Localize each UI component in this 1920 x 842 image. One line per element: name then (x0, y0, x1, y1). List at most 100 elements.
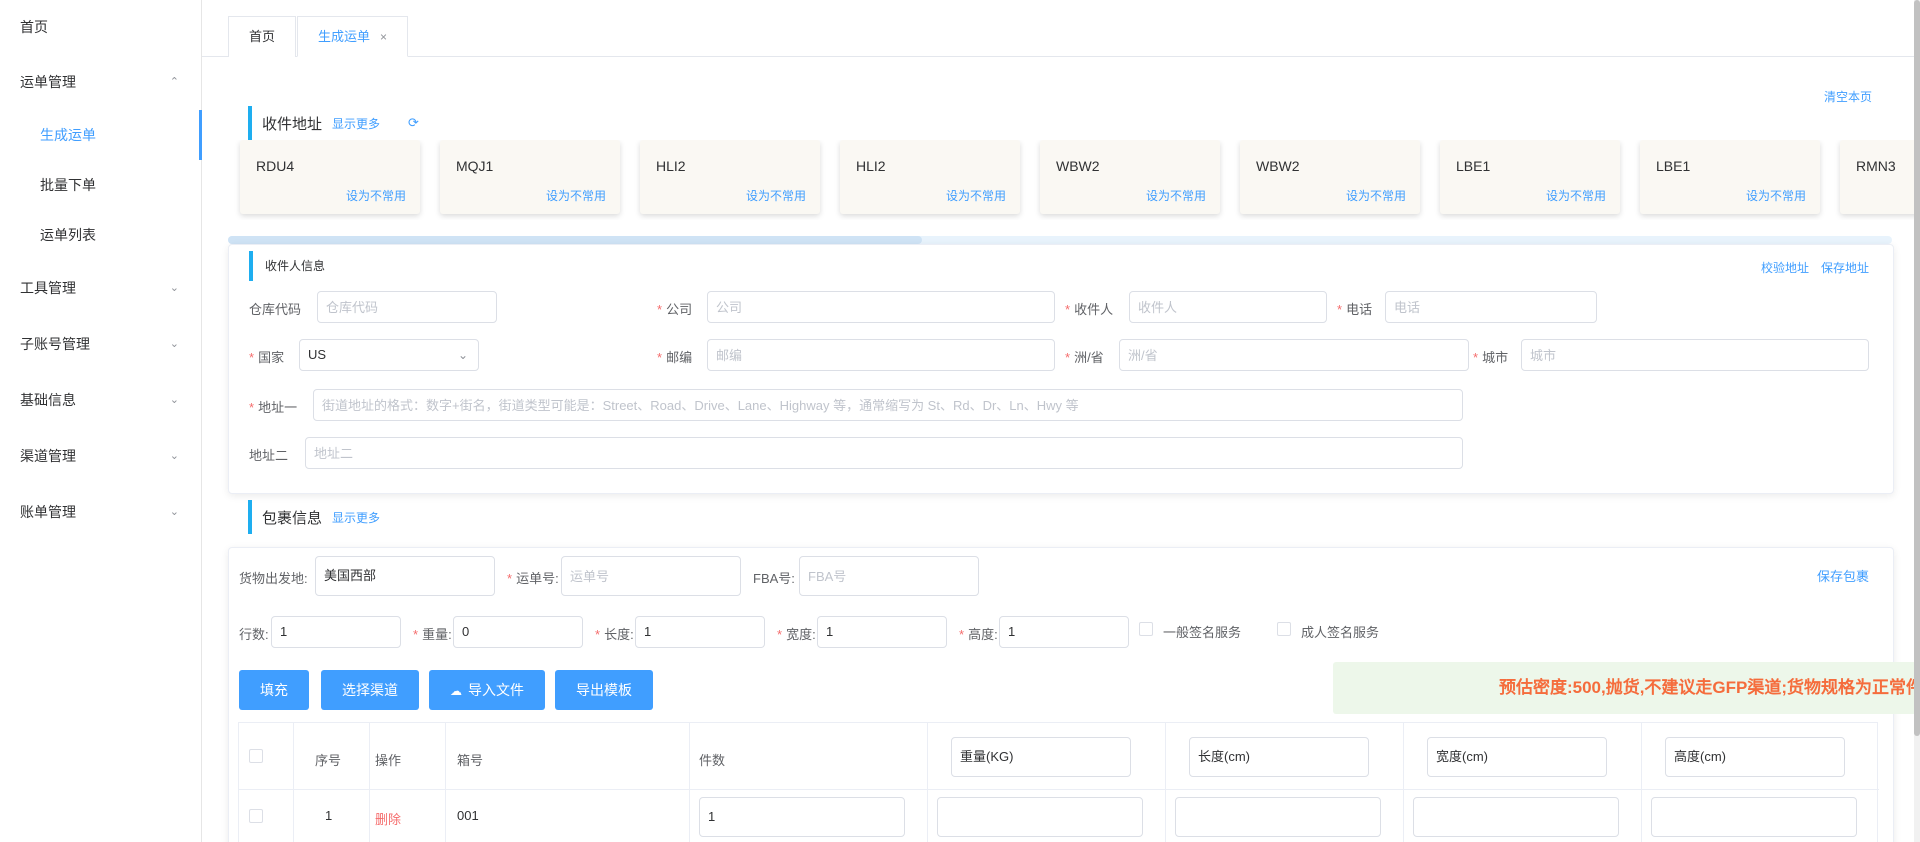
sidebar-item-channel[interactable]: 渠道管理 ⌄ (0, 428, 201, 484)
sidebar-item-subaccount[interactable]: 子账号管理 ⌄ (0, 316, 201, 372)
select-all-checkbox[interactable] (249, 749, 263, 763)
addr1-input[interactable] (313, 389, 1463, 421)
sidebar-item-home[interactable]: 首页 (0, 0, 201, 54)
addr-show-more-link[interactable]: 显示更多 (332, 115, 380, 132)
header-weight-input[interactable]: 重量(KG) (951, 737, 1131, 777)
refresh-icon[interactable]: ⟳ (408, 115, 419, 131)
main-content: 首页 生成运单 × 清空本页 收件地址 显示更多 ⟳ RDU4 设为不常用 MQJ1… (202, 0, 1920, 842)
fba-input[interactable] (799, 556, 979, 596)
phone-input[interactable] (1385, 291, 1597, 323)
verify-address-link[interactable]: 校验地址 (1761, 259, 1809, 276)
addr-card[interactable]: RMN3 (1840, 140, 1920, 214)
addr-card[interactable]: HLI2 设为不常用 (640, 140, 820, 214)
cards-scrollbar[interactable] (228, 236, 1892, 244)
addr-card[interactable]: WBW2 设为不常用 (1040, 140, 1220, 214)
sidebar-item-basic-info[interactable]: 基础信息 ⌄ (0, 372, 201, 428)
section-bar (248, 106, 252, 140)
addr2-input[interactable] (305, 437, 1463, 469)
weight-input[interactable]: 0 (453, 616, 583, 648)
weight-label: * 重量: (413, 627, 452, 642)
city-label: * 城市 (1473, 350, 1509, 365)
sign-adult-checkbox[interactable] (1277, 622, 1291, 636)
sidebar-item-billing[interactable]: 账单管理 ⌄ (0, 484, 201, 540)
recipient-title: 收件人信息 (265, 259, 326, 273)
weight-cell-input[interactable] (937, 797, 1143, 837)
qty-input[interactable]: 1 (699, 797, 905, 837)
set-uncommon-link[interactable]: 设为不常用 (346, 187, 406, 204)
addr-card[interactable]: MQJ1 设为不常用 (440, 140, 620, 214)
header-length-input[interactable]: 长度(cm) (1189, 737, 1369, 777)
chevron-down-icon: ⌄ (169, 282, 179, 294)
country-select[interactable]: US ⌄ (299, 339, 479, 371)
package-section-title: 包裹信息 显示更多 (248, 500, 380, 534)
density-alert: 预估密度:500,抛货,不建议走GFP渠道;货物规格为正常件 (1333, 662, 1920, 714)
addr-card[interactable]: HLI2 设为不常用 (840, 140, 1020, 214)
set-uncommon-link[interactable]: 设为不常用 (1546, 187, 1606, 204)
city-input[interactable] (1521, 339, 1869, 371)
clear-page-link[interactable]: 清空本页 (1824, 88, 1872, 105)
section-bar (249, 251, 253, 281)
addr-card[interactable]: WBW2 设为不常用 (1240, 140, 1420, 214)
receiver-label: * 收件人 (1065, 302, 1114, 317)
set-uncommon-link[interactable]: 设为不常用 (1746, 187, 1806, 204)
company-input[interactable] (707, 291, 1055, 323)
col-divider (293, 723, 294, 842)
package-show-more-link[interactable]: 显示更多 (332, 509, 380, 526)
tab-generate-waybill[interactable]: 生成运单 × (297, 16, 409, 57)
width-input[interactable]: 1 (817, 616, 947, 648)
set-uncommon-link[interactable]: 设为不常用 (946, 187, 1006, 204)
state-input[interactable] (1119, 339, 1469, 371)
height-input[interactable]: 1 (999, 616, 1129, 648)
sidebar-item-generate-waybill[interactable]: 生成运单 (0, 110, 202, 160)
header-width-input[interactable]: 宽度(cm) (1427, 737, 1607, 777)
phone-label: * 电话 (1337, 302, 1373, 317)
row-checkbox[interactable] (249, 809, 263, 823)
section-bar (248, 500, 252, 534)
close-icon[interactable]: × (380, 30, 387, 44)
chevron-down-icon: ⌄ (169, 506, 179, 518)
height-cell-input[interactable] (1651, 797, 1857, 837)
origin-label: 货物出发地: (239, 571, 308, 586)
set-uncommon-link[interactable]: 设为不常用 (1146, 187, 1206, 204)
cloud-upload-icon: ☁ (450, 684, 462, 698)
select-channel-button[interactable]: 选择渠道 (321, 670, 419, 710)
addr-card[interactable]: RDU4 设为不常用 (240, 140, 420, 214)
set-uncommon-link[interactable]: 设为不常用 (746, 187, 806, 204)
cards-scroll-thumb[interactable] (228, 236, 922, 244)
set-uncommon-link[interactable]: 设为不常用 (1346, 187, 1406, 204)
sidebar-item-tools[interactable]: 工具管理 ⌄ (0, 260, 201, 316)
header-qty: 件数 (699, 753, 726, 768)
set-uncommon-link[interactable]: 设为不常用 (546, 187, 606, 204)
header-height-input[interactable]: 高度(cm) (1665, 737, 1845, 777)
zip-label: * 邮编 (657, 350, 693, 365)
addr-card[interactable]: LBE1 设为不常用 (1640, 140, 1820, 214)
warehouse-input[interactable] (317, 291, 497, 323)
sidebar-item-waybill-list[interactable]: 运单列表 (0, 210, 201, 260)
tabs-bar: 首页 生成运单 × (202, 0, 1920, 57)
sidebar-item-waybill-mgmt[interactable]: 运单管理 ⌃ (0, 54, 201, 110)
tab-home[interactable]: 首页 (228, 16, 297, 57)
origin-input[interactable]: 美国西部 (315, 556, 495, 596)
length-cell-input[interactable] (1175, 797, 1381, 837)
length-input[interactable]: 1 (635, 616, 765, 648)
width-cell-input[interactable] (1413, 797, 1619, 837)
zip-input[interactable] (707, 339, 1055, 371)
rows-input[interactable]: 1 (271, 616, 401, 648)
save-address-link[interactable]: 保存地址 (1821, 259, 1869, 276)
fill-button[interactable]: 填充 (239, 670, 309, 710)
page-scroll-thumb[interactable] (1914, 0, 1920, 736)
page-scrollbar[interactable] (1914, 0, 1920, 842)
sign-general-label: 一般签名服务 (1163, 625, 1242, 640)
sign-adult-label: 成人签名服务 (1301, 625, 1380, 640)
sign-general-checkbox[interactable] (1139, 622, 1153, 636)
waybill-input[interactable] (561, 556, 741, 596)
sidebar-item-batch-order[interactable]: 批量下单 (0, 160, 201, 210)
save-package-link[interactable]: 保存包裹 (1817, 566, 1869, 585)
export-template-button[interactable]: 导出模板 (555, 670, 653, 710)
header-box: 箱号 (457, 753, 484, 768)
import-file-button[interactable]: ☁ 导入文件 (429, 670, 545, 710)
delete-link[interactable]: 删除 (375, 809, 401, 828)
addr-card[interactable]: LBE1 设为不常用 (1440, 140, 1620, 214)
warehouse-label: 仓库代码 (249, 302, 302, 317)
receiver-input[interactable] (1129, 291, 1327, 323)
